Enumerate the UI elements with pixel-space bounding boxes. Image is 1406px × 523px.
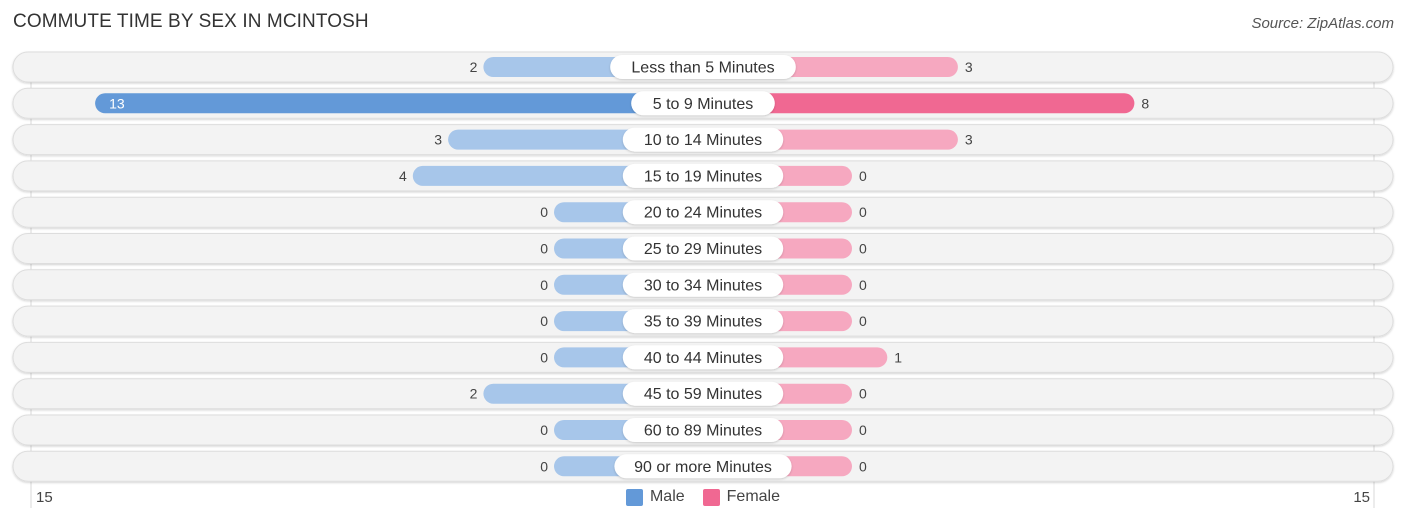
value-label-male: 0: [540, 277, 548, 293]
category-label: 5 to 9 Minutes: [653, 96, 754, 113]
value-label-male: 0: [540, 349, 548, 365]
category-label: 30 to 34 Minutes: [644, 277, 762, 294]
category-label: 90 or more Minutes: [634, 459, 772, 476]
value-label-male: 13: [109, 95, 125, 111]
value-label-female: 0: [859, 313, 867, 329]
legend-item-male: Male: [625, 488, 685, 506]
legend-swatch-female: [702, 488, 720, 506]
value-label-male: 0: [540, 458, 548, 474]
category-label: 10 to 14 Minutes: [644, 132, 762, 149]
category-label: 45 to 59 Minutes: [644, 386, 762, 403]
value-label-female: 0: [859, 422, 867, 438]
bar-male: [95, 93, 704, 114]
value-label-male: 4: [399, 168, 407, 184]
value-label-female: 3: [965, 132, 973, 148]
category-label: 35 to 39 Minutes: [644, 314, 762, 331]
value-label-female: 0: [859, 277, 867, 293]
value-label-male: 0: [540, 313, 548, 329]
value-label-male: 0: [540, 204, 548, 220]
legend-swatch-male: [625, 488, 643, 506]
value-label-male: 2: [470, 386, 478, 402]
value-label-female: 0: [859, 386, 867, 402]
value-label-male: 2: [470, 59, 478, 75]
category-label: 40 to 44 Minutes: [644, 350, 762, 367]
value-label-female: 0: [859, 241, 867, 257]
value-label-female: 0: [859, 204, 867, 220]
value-label-female: 0: [859, 458, 867, 474]
value-label-female: 1: [894, 349, 902, 365]
legend-label-male: Male: [649, 488, 685, 505]
value-label-female: 0: [859, 168, 867, 184]
category-label: 25 to 29 Minutes: [644, 241, 762, 258]
value-label-male: 0: [540, 241, 548, 257]
value-label-female: 8: [1141, 95, 1149, 111]
category-label: 15 to 19 Minutes: [644, 168, 762, 185]
legend-label-female: Female: [726, 488, 781, 505]
category-label: Less than 5 Minutes: [631, 60, 774, 77]
category-label: 60 to 89 Minutes: [644, 423, 762, 440]
value-label-male: 0: [540, 422, 548, 438]
category-label: 20 to 24 Minutes: [644, 205, 762, 222]
legend-item-female: Female: [702, 488, 781, 506]
legend: Male Female: [0, 488, 1406, 506]
value-label-female: 3: [965, 59, 973, 75]
chart-area: 2 3Less than 5 Minutes13 85 to 9 Minutes3 3…: [12, 51, 1394, 508]
value-label-male: 3: [434, 132, 442, 148]
